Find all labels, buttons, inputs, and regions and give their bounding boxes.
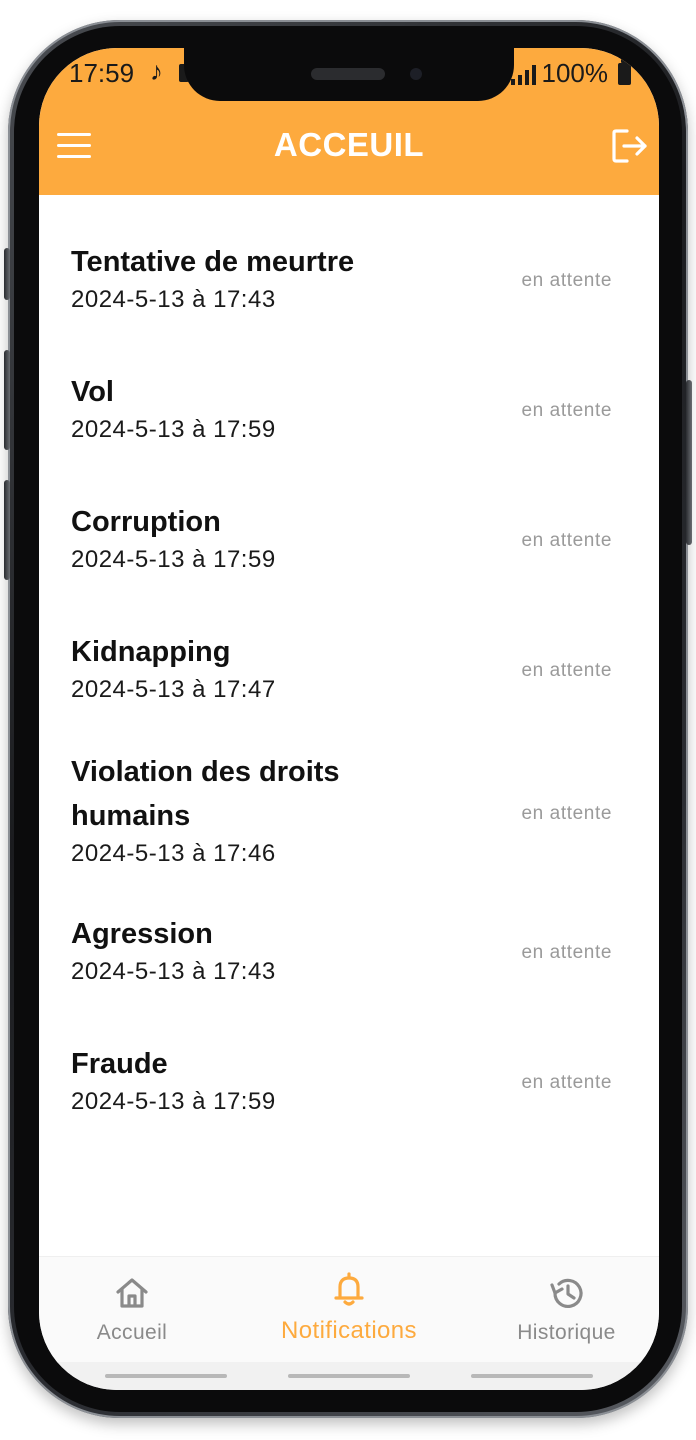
incident-date: 2024-5-13 à 17:59: [71, 1088, 276, 1115]
home-icon: [116, 1278, 148, 1308]
front-camera: [410, 68, 422, 80]
gesture-bar: [39, 1362, 659, 1390]
mute-switch: [4, 248, 10, 300]
signal-icon: [510, 63, 536, 85]
app-screen: 17:59 ♪ 100% ACCEUIL Tentative de meurtr…: [39, 48, 659, 1390]
bell-icon: [334, 1272, 364, 1306]
music-note-icon: ♪: [150, 56, 163, 86]
incident-title: Fraude: [71, 1048, 168, 1080]
speaker-grille: [311, 68, 385, 80]
history-icon: [549, 1278, 583, 1308]
volume-up-button: [4, 350, 10, 450]
nav-label: Notifications: [281, 1317, 417, 1344]
status-badge: en attente: [521, 803, 612, 824]
status-badge: en attente: [521, 660, 612, 681]
incident-title: Kidnapping: [71, 636, 231, 668]
nav-item-historique[interactable]: Historique: [494, 1257, 639, 1363]
logout-icon[interactable]: [611, 128, 649, 164]
incident-title: Violation des droits humains: [71, 756, 340, 832]
battery-icon: [618, 58, 631, 85]
incident-date: 2024-5-13 à 17:59: [71, 416, 276, 443]
status-badge: en attente: [521, 270, 612, 291]
camera-notch: [184, 48, 514, 101]
page-title: ACCEUIL: [273, 126, 425, 163]
incident-date: 2024-5-13 à 17:43: [71, 286, 276, 313]
incident-date: 2024-5-13 à 17:47: [71, 676, 276, 703]
nav-item-accueil[interactable]: Accueil: [59, 1257, 205, 1363]
incident-date: 2024-5-13 à 17:43: [71, 958, 276, 985]
incident-title: Corruption: [71, 506, 221, 538]
app-header: 17:59 ♪ 100% ACCEUIL: [39, 48, 659, 195]
status-badge: en attente: [521, 1072, 612, 1093]
incident-date: 2024-5-13 à 17:46: [71, 840, 276, 867]
incident-title: Agression: [71, 918, 213, 950]
nav-label: Historique: [517, 1321, 616, 1344]
bottom-navigation: Accueil Notifications Historique: [39, 1256, 659, 1363]
volume-down-button: [4, 480, 10, 580]
status-badge: en attente: [521, 530, 612, 551]
power-button: [686, 380, 692, 545]
incident-title: Vol: [71, 376, 114, 408]
incident-date: 2024-5-13 à 17:59: [71, 546, 276, 573]
battery-percentage: 100%: [541, 58, 609, 88]
status-badge: en attente: [521, 942, 612, 963]
status-indicators: 100%: [510, 58, 631, 89]
status-time: 17:59: [69, 58, 135, 88]
nav-label: Accueil: [96, 1321, 168, 1344]
incident-title: Tentative de meurtre: [71, 246, 355, 278]
nav-item-notifications[interactable]: Notifications: [264, 1257, 434, 1363]
status-badge: en attente: [521, 400, 612, 421]
